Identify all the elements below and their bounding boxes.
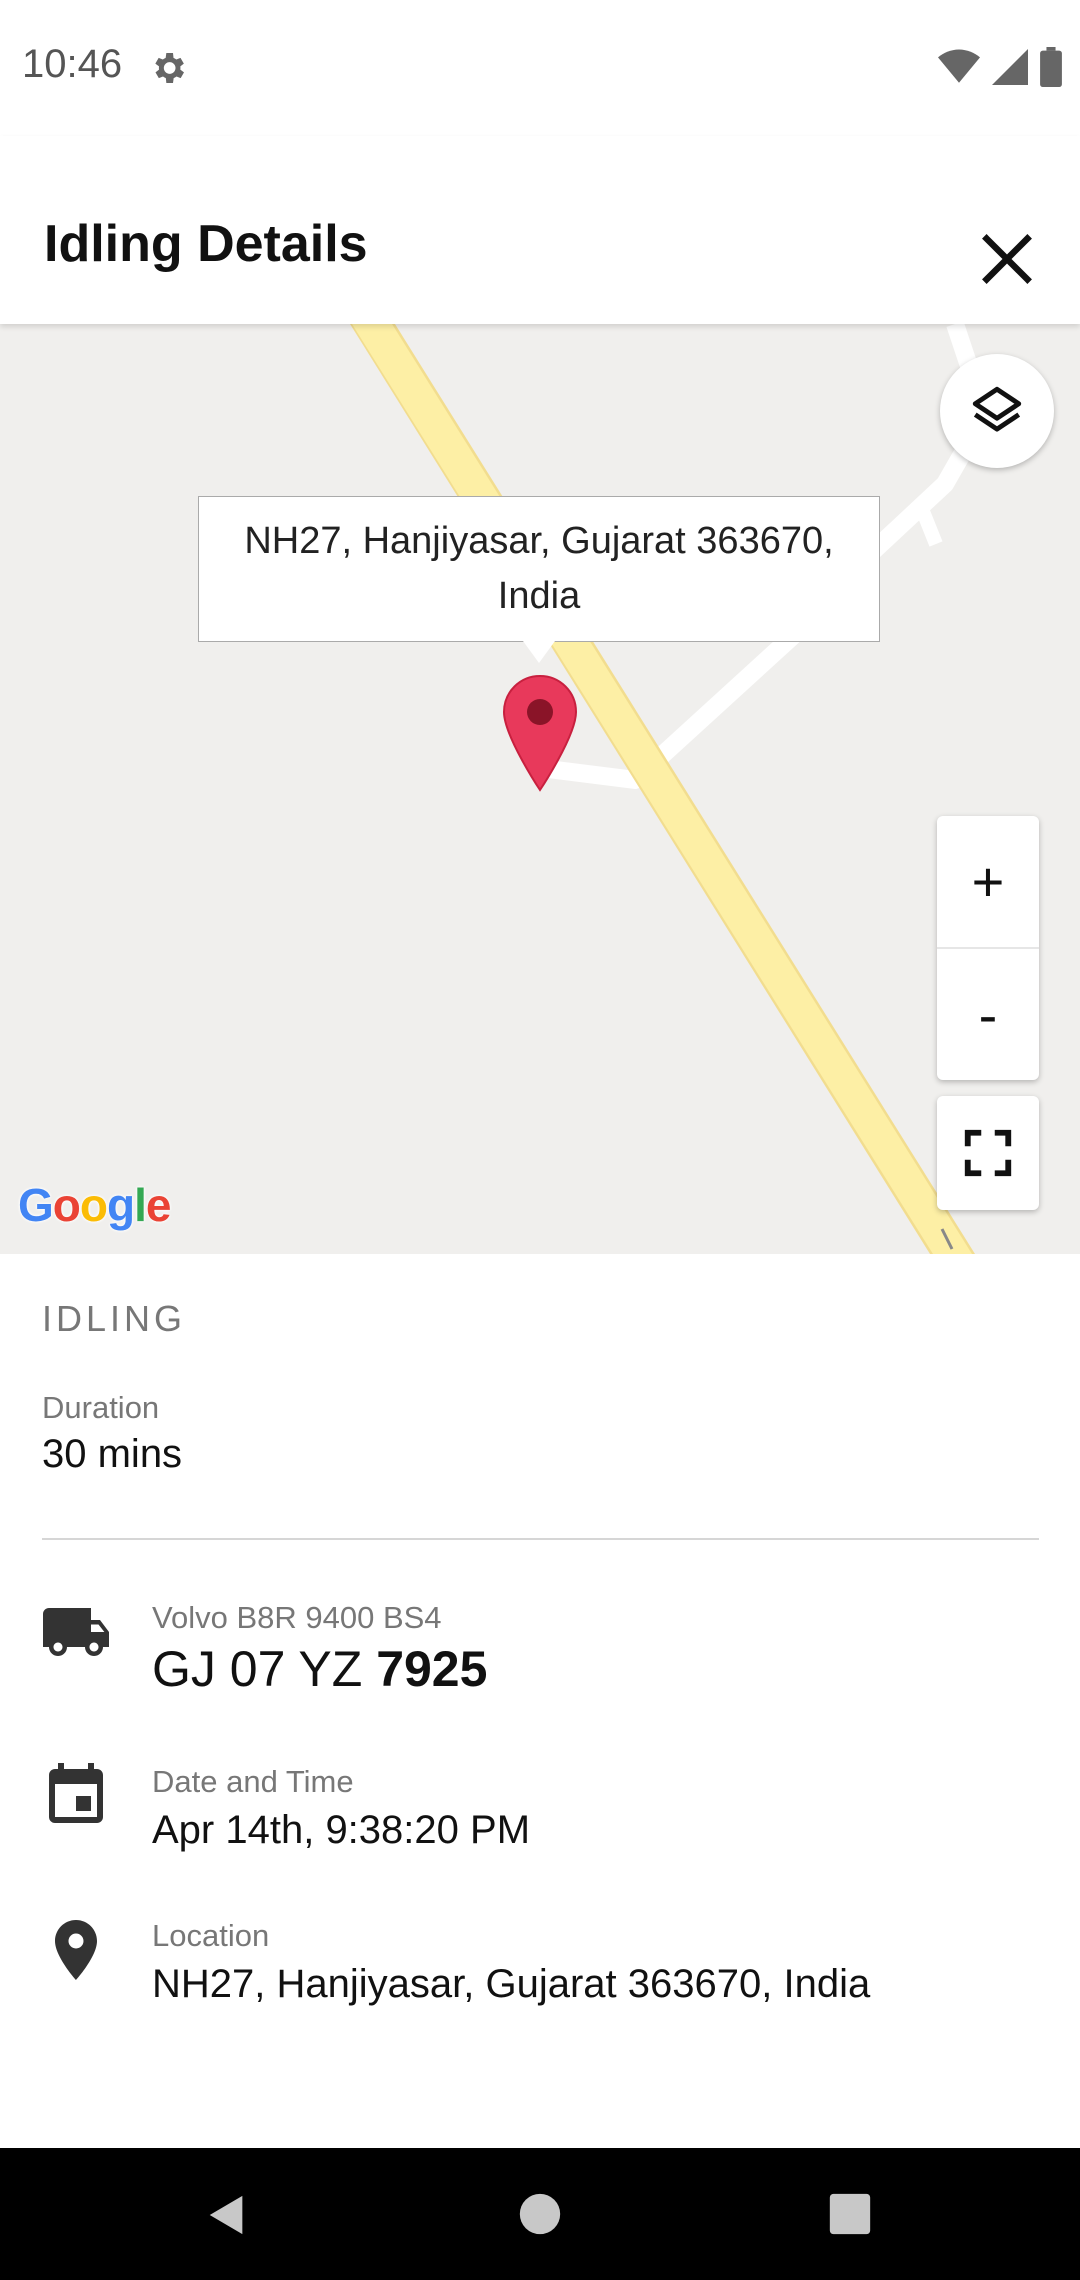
duration-label: Duration: [42, 1390, 160, 1425]
zoom-in-button[interactable]: +: [937, 816, 1039, 947]
back-icon[interactable]: [204, 2192, 250, 2238]
cell-signal-icon: [992, 49, 1028, 85]
calendar-icon: [49, 1763, 103, 1823]
settings-gear-icon: [155, 53, 184, 83]
status-icons: [938, 46, 1062, 88]
plate-prefix: GJ 07 YZ: [152, 1641, 363, 1697]
divider: [42, 1538, 1039, 1540]
fullscreen-button[interactable]: [937, 1096, 1039, 1210]
duration-value: 30 mins: [42, 1432, 183, 1476]
layers-icon: [972, 386, 1022, 432]
location-pin-icon[interactable]: [502, 674, 578, 792]
zoom-controls: + -: [937, 816, 1039, 1080]
vehicle-model: Volvo B8R 9400 BS4: [152, 1600, 442, 1635]
google-logo: Google: [18, 1179, 171, 1231]
map-layers-button[interactable]: [940, 354, 1054, 468]
datetime-label: Date and Time: [152, 1764, 354, 1799]
home-icon[interactable]: [518, 2192, 562, 2236]
truck-icon: [43, 1608, 109, 1656]
battery-icon: [1040, 47, 1062, 87]
map-info-window: NH27, Hanjiyasar, Gujarat 363670, India: [198, 496, 880, 642]
datetime-value: Apr 14th, 9:38:20 PM: [152, 1808, 531, 1852]
section-label: IDLING: [42, 1298, 187, 1339]
map-view[interactable]: NH27, Hanjiyasar, Gujarat 363670, India …: [0, 324, 1080, 1254]
recents-icon[interactable]: [828, 2192, 872, 2236]
location-label: Location: [152, 1918, 270, 1953]
status-bar: 10:46: [0, 0, 1080, 136]
map-info-window-text: NH27, Hanjiyasar, Gujarat 363670, India: [244, 520, 834, 617]
map-info-window-tail: [523, 641, 555, 663]
location-value: NH27, Hanjiyasar, Gujarat 363670, India: [152, 1962, 871, 2006]
plate-number: 7925: [376, 1641, 488, 1697]
status-time: 10:46: [22, 42, 123, 86]
location-marker-icon: [55, 1920, 97, 1980]
page-title: Idling Details: [44, 215, 368, 273]
wifi-icon: [938, 49, 980, 83]
system-nav-bar: [0, 2148, 1080, 2280]
app-header: Idling Details: [0, 136, 1080, 324]
fullscreen-icon: [964, 1129, 1012, 1177]
vehicle-plate: GJ 07 YZ 7925: [152, 1640, 487, 1698]
zoom-out-button[interactable]: -: [937, 949, 1039, 1080]
close-icon[interactable]: [972, 224, 1042, 294]
